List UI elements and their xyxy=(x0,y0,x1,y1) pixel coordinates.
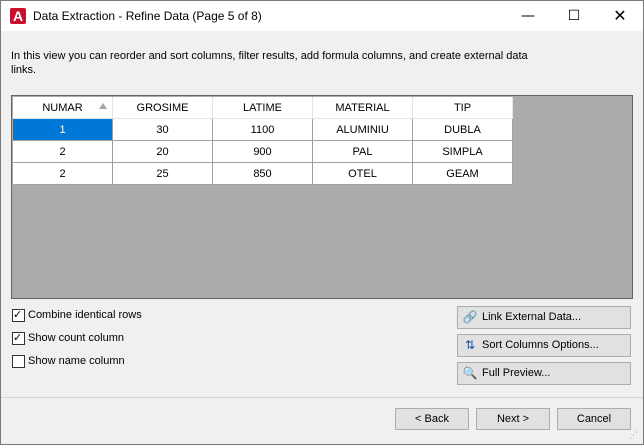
full-preview-button[interactable]: 🔍 Full Preview... xyxy=(457,362,631,385)
title-bar[interactable]: A Data Extraction - Refine Data (Page 5 … xyxy=(1,1,643,31)
footer-separator xyxy=(1,397,643,398)
sort-columns-options-button[interactable]: ⇅ Sort Columns Options... xyxy=(457,334,631,357)
cancel-button[interactable]: Cancel xyxy=(557,408,631,430)
table-cell[interactable]: 1100 xyxy=(212,118,313,141)
autocad-app-icon: A xyxy=(10,8,26,24)
column-header-label: MATERIAL xyxy=(335,101,390,114)
column-header-label: LATIME xyxy=(243,101,282,114)
table-cell[interactable]: OTEL xyxy=(312,162,413,185)
table-cell[interactable]: PAL xyxy=(312,140,413,163)
link-icon: 🔗 xyxy=(462,310,478,324)
table-cell[interactable]: 2 xyxy=(13,162,113,185)
data-extraction-dialog: A Data Extraction - Refine Data (Page 5 … xyxy=(0,0,644,445)
table-cell[interactable]: 30 xyxy=(112,118,213,141)
combine-identical-rows-checkbox[interactable]: ✓ xyxy=(12,308,25,322)
header-row: NUMAR GROSIME LATIME MATERIAL TIP xyxy=(13,97,513,119)
full-preview-label: Full Preview... xyxy=(482,367,551,379)
table-row[interactable]: 2 20 900 PAL SIMPLA xyxy=(13,140,513,163)
maximize-button[interactable]: ☐ xyxy=(551,1,597,31)
combine-identical-rows-label[interactable]: Combine identical rows xyxy=(28,308,142,322)
minimize-button[interactable]: — xyxy=(505,1,551,31)
show-name-column-checkbox[interactable] xyxy=(12,355,25,368)
close-button[interactable]: ✕ xyxy=(597,1,643,31)
show-count-column-label[interactable]: Show count column xyxy=(28,331,124,345)
table-row[interactable]: 2 25 850 OTEL GEAM xyxy=(13,162,513,185)
back-button[interactable]: < Back xyxy=(395,408,469,430)
table-cell[interactable]: 1 xyxy=(13,118,113,141)
table-cell[interactable]: 2 xyxy=(13,140,113,163)
show-count-column-checkbox[interactable]: ✓ xyxy=(12,331,25,345)
window-title: Data Extraction - Refine Data (Page 5 of… xyxy=(33,9,262,23)
sort-az-icon: ⇅ xyxy=(464,338,476,352)
table-cell[interactable]: 25 xyxy=(112,162,213,185)
sort-ascending-icon xyxy=(99,103,107,109)
show-name-column-label[interactable]: Show name column xyxy=(28,354,125,368)
table-cell[interactable]: GEAM xyxy=(412,162,513,185)
column-header-label: GROSIME xyxy=(136,101,189,114)
app-icon-letter: A xyxy=(12,8,24,24)
next-button[interactable]: Next > xyxy=(476,408,550,430)
data-table: NUMAR GROSIME LATIME MATERIAL TIP 1 30 1… xyxy=(13,97,513,185)
column-header-latime[interactable]: LATIME xyxy=(212,97,313,119)
column-header-tip[interactable]: TIP xyxy=(412,97,513,119)
column-header-material[interactable]: MATERIAL xyxy=(312,97,413,119)
resize-grip-icon[interactable]: ⋰ xyxy=(629,431,640,442)
column-header-numar[interactable]: NUMAR xyxy=(13,97,113,119)
column-header-label: TIP xyxy=(453,101,472,114)
table-row[interactable]: 1 30 1100 ALUMINIU DUBLA xyxy=(13,118,513,141)
table-cell[interactable]: 900 xyxy=(212,140,313,163)
table-cell[interactable]: DUBLA xyxy=(412,118,513,141)
data-grid[interactable]: NUMAR GROSIME LATIME MATERIAL TIP 1 30 1… xyxy=(11,95,633,299)
column-header-grosime[interactable]: GROSIME xyxy=(112,97,213,119)
link-external-data-button[interactable]: 🔗 Link External Data... xyxy=(457,306,631,329)
table-cell[interactable]: 850 xyxy=(212,162,313,185)
table-cell[interactable]: 20 xyxy=(112,140,213,163)
preview-icon: 🔍 xyxy=(462,366,478,380)
intro-text: In this view you can reorder and sort co… xyxy=(11,50,528,76)
sort-columns-options-label: Sort Columns Options... xyxy=(482,339,599,351)
table-cell[interactable]: SIMPLA xyxy=(412,140,513,163)
column-header-label: NUMAR xyxy=(42,101,83,114)
table-cell[interactable]: ALUMINIU xyxy=(312,118,413,141)
checkmark-icon: ✓ xyxy=(13,331,23,344)
link-external-data-label: Link External Data... xyxy=(482,311,582,323)
checkmark-icon: ✓ xyxy=(13,308,23,321)
